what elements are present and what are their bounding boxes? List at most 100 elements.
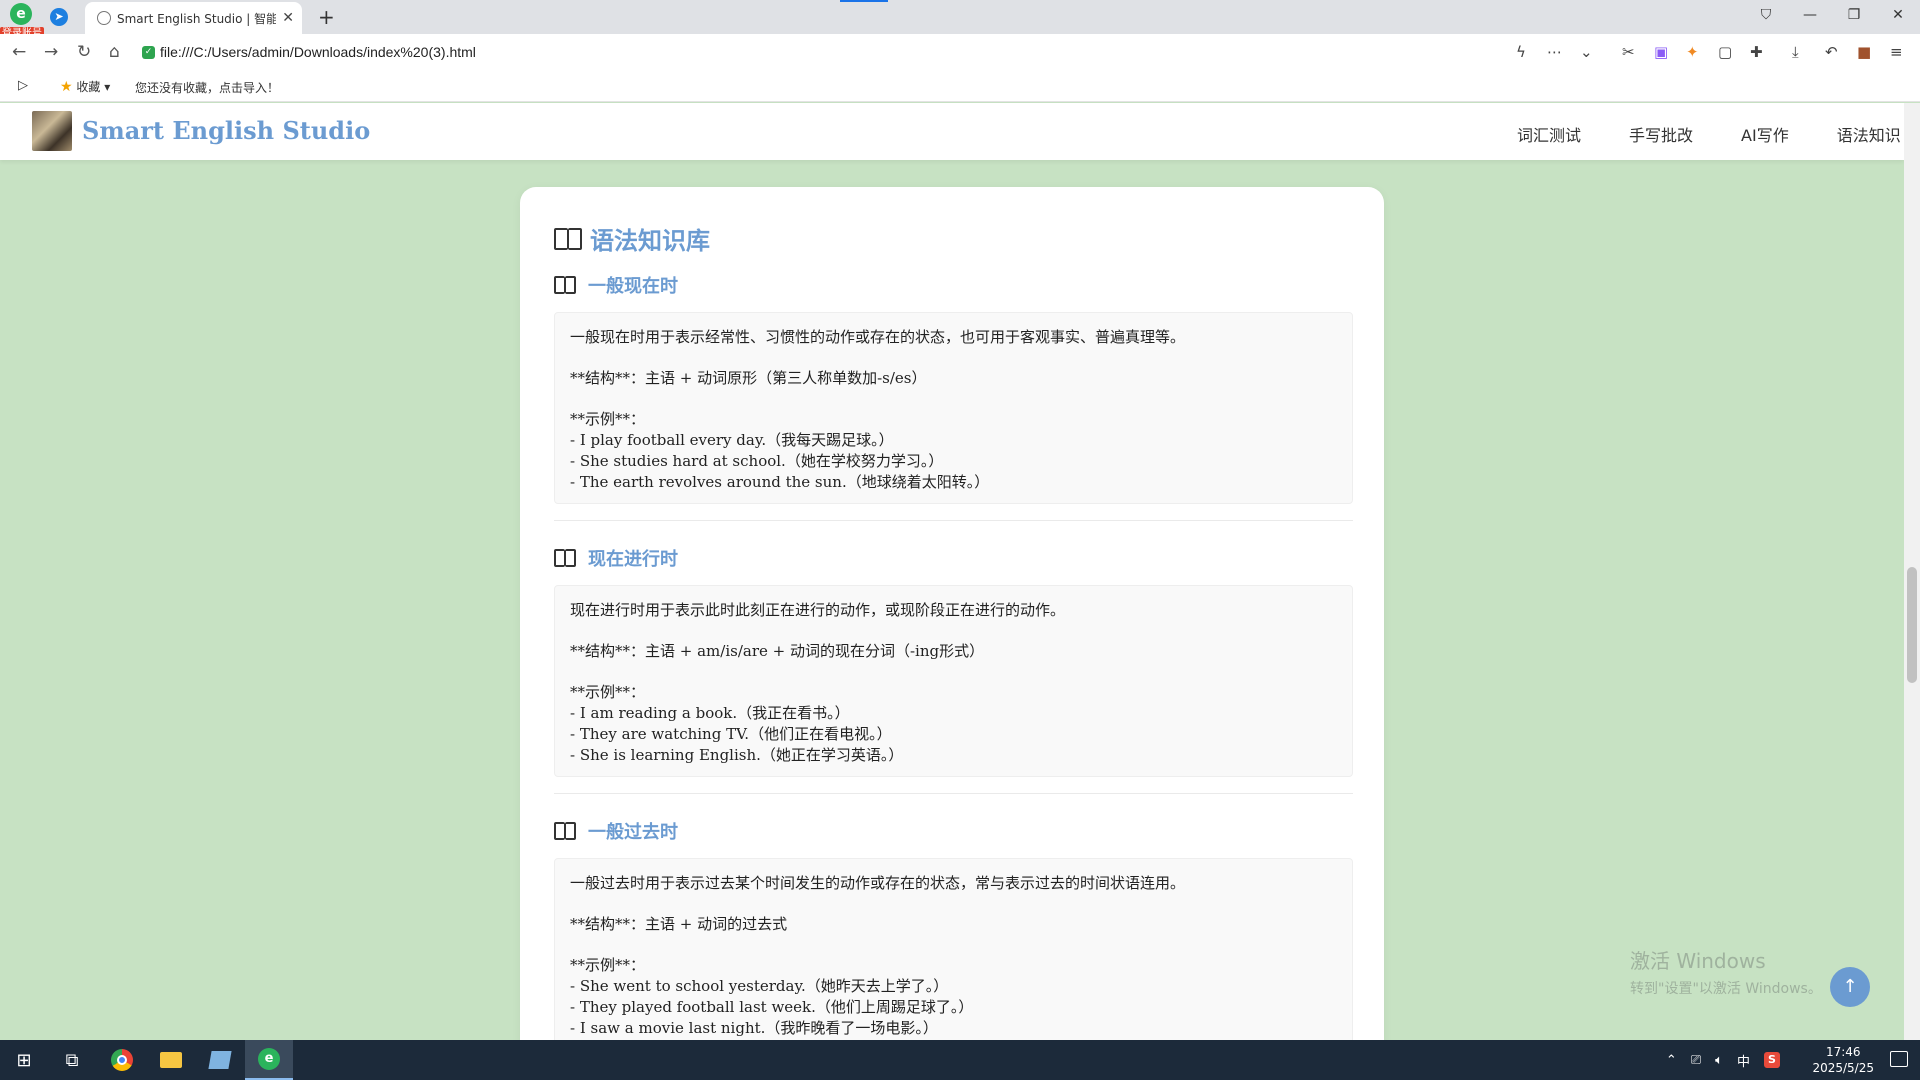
scroll-to-top-button[interactable]: ↑ [1830, 967, 1870, 1007]
site-brand[interactable]: Smart English Studio [82, 116, 370, 145]
section-structure: **结构**：主语 + 动词原形（第三人称单数加-s/es） [570, 369, 927, 387]
windows-start-icon[interactable]: ⊞ [0, 1040, 48, 1080]
extensions-icon[interactable]: ✚ [1750, 43, 1763, 61]
section-description: 一般现在时用于表示经常性、习惯性的动作或存在的状态，也可用于客观事实、普遍真理等… [570, 328, 1186, 346]
ime-indicator[interactable]: 中 [1737, 1051, 1750, 1070]
grammar-section: 一般现在时 一般现在时用于表示经常性、习惯性的动作或存在的状态，也可用于客观事实… [554, 272, 1353, 504]
example-item: - They played football last week.（他们上周踢足… [570, 998, 974, 1016]
taskbar: ⊞ ⧉ e ⌃ ⎚ 🔈︎ 中 S 17:46 2025/5/25 [0, 1040, 1920, 1080]
new-tab-button[interactable]: + [318, 5, 335, 29]
book-icon [554, 227, 582, 250]
site-logo[interactable] [32, 111, 72, 151]
url-field[interactable]: ✓ file:///C:/Users/admin/Downloads/index… [142, 39, 1582, 65]
shield-icon: ✓ [142, 45, 155, 59]
examples-label: **示例**： [570, 683, 646, 701]
section-content: 一般过去时用于表示过去某个时间发生的动作或存在的状态，常与表示过去的时间状语连用… [554, 858, 1353, 1050]
notification-icon[interactable] [1890, 1051, 1908, 1067]
section-title-text: 现在进行时 [588, 549, 678, 570]
section-structure: **结构**：主语 + 动词的过去式 [570, 915, 788, 933]
address-bar: ← → ↻ ⌂ ✓ file:///C:/Users/admin/Downloa… [0, 34, 1920, 70]
section-content: 现在进行时用于表示此时此刻正在进行的动作，或现阶段正在进行的动作。 **结构**… [554, 585, 1353, 777]
nav-ai-writing[interactable]: AI写作 [1741, 122, 1789, 146]
caret-down-icon: ▾ [104, 80, 111, 94]
app-icon[interactable] [196, 1040, 244, 1080]
telegram-icon[interactable]: ➤ [50, 8, 68, 26]
close-tab-icon[interactable]: ✕ [282, 10, 294, 26]
book-icon [554, 822, 576, 840]
book-icon [554, 549, 576, 567]
minimize-button[interactable]: — [1788, 7, 1832, 23]
sogou-icon[interactable]: S [1764, 1052, 1780, 1068]
bookmarks-hint[interactable]: 您还没有收藏，点击导入！ [135, 79, 279, 96]
chevron-up-icon[interactable]: ⌃ [1666, 1053, 1677, 1068]
arrow-up-icon: ↑ [1842, 976, 1858, 997]
restore-button[interactable]: ❐ [1832, 7, 1876, 23]
translate-icon[interactable]: ▣ [1654, 43, 1668, 61]
section-title: 一般过去时 [554, 818, 1353, 844]
book-icon [554, 276, 576, 294]
clock-time: 17:46 [1825, 1045, 1861, 1059]
undo-icon[interactable]: ↶ [1825, 43, 1838, 61]
clock[interactable]: 17:46 2025/5/25 [1812, 1044, 1874, 1076]
forward-icon[interactable]: → [44, 42, 58, 62]
sidebar-toggle-icon[interactable]: ▷ [18, 78, 28, 93]
page-scrollbar[interactable] [1904, 103, 1920, 1040]
favorites-label: 收藏 [76, 80, 101, 94]
file-explorer-icon[interactable] [147, 1040, 195, 1080]
example-item: - They are watching TV.（他们正在看电视。） [570, 725, 892, 743]
lightning-icon[interactable]: ϟ [1516, 43, 1526, 61]
star-icon: ★ [60, 79, 73, 95]
network-icon[interactable]: ⎚ [1691, 1053, 1701, 1068]
window-controls: ⛉ — ❐ ✕ [1744, 0, 1920, 30]
close-window-button[interactable]: ✕ [1876, 7, 1920, 23]
section-divider [554, 793, 1353, 794]
section-description: 现在进行时用于表示此时此刻正在进行的动作，或现阶段正在进行的动作。 [570, 601, 1066, 619]
nav-vocab-test[interactable]: 词汇测试 [1517, 122, 1581, 146]
task-view-icon[interactable]: ⧉ [48, 1040, 96, 1080]
favorites-button[interactable]: ★ 收藏 ▾ [60, 78, 110, 95]
section-structure: **结构**：主语 + am/is/are + 动词的现在分词（-ing形式） [570, 642, 985, 660]
example-item: - She went to school yesterday.（她昨天去上学了。… [570, 977, 949, 995]
grammar-section: 一般过去时 一般过去时用于表示过去某个时间发生的动作或存在的状态，常与表示过去的… [554, 818, 1353, 1050]
screen-icon[interactable]: ▢ [1718, 43, 1732, 61]
menu-icon[interactable]: ≡ [1890, 43, 1903, 61]
section-divider [554, 520, 1353, 521]
chevron-down-icon[interactable]: ⌄ [1580, 43, 1593, 61]
main-nav: 词汇测试 手写批改 AI写作 语法知识 [1517, 122, 1901, 146]
shirt-skin-icon[interactable]: ⛉ [1744, 7, 1788, 23]
briefcase-icon[interactable]: ■ [1857, 43, 1871, 61]
volume-icon[interactable]: 🔈︎ [1715, 1053, 1723, 1068]
browser-logo-icon[interactable]: e [6, 3, 36, 29]
chrome-icon[interactable] [98, 1040, 146, 1080]
example-item: - She studies hard at school.（她在学校努力学习。） [570, 452, 944, 470]
nav-grammar[interactable]: 语法知识 [1837, 122, 1901, 146]
watermark-subtitle: 转到"设置"以激活 Windows。 [1630, 981, 1822, 997]
section-title-text: 一般现在时 [588, 276, 678, 297]
example-item: - I play football every day.（我每天踢足球。） [570, 431, 894, 449]
section-title: 现在进行时 [554, 545, 1353, 571]
scissors-icon[interactable]: ✂ [1622, 43, 1635, 61]
back-icon[interactable]: ← [12, 42, 26, 62]
tab-indicator [840, 0, 888, 2]
browser-taskbar-icon[interactable]: e [245, 1040, 293, 1080]
home-icon[interactable]: ⌂ [109, 42, 120, 62]
page-title: 语法知识库 [554, 221, 710, 256]
url-text: file:///C:/Users/admin/Downloads/index%2… [160, 44, 476, 60]
active-tab[interactable]: Smart English Studio | 智能英 ✕ [85, 2, 302, 34]
tab-strip: e 登录账号 ➤ Smart English Studio | 智能英 ✕ + … [0, 0, 1920, 40]
download-icon[interactable]: ⤓ [1792, 43, 1799, 61]
clock-date: 2025/5/25 [1812, 1061, 1874, 1075]
nav-handwriting[interactable]: 手写批改 [1629, 122, 1693, 146]
reload-icon[interactable]: ↻ [77, 42, 91, 62]
scrollbar-thumb[interactable] [1907, 567, 1917, 683]
game-icon[interactable]: ✦ [1686, 43, 1699, 61]
section-title: 一般现在时 [554, 272, 1353, 298]
site-header: Smart English Studio 词汇测试 手写批改 AI写作 语法知识 [0, 103, 1904, 160]
examples-label: **示例**： [570, 956, 646, 974]
section-description: 一般过去时用于表示过去某个时间发生的动作或存在的状态，常与表示过去的时间状语连用… [570, 874, 1186, 892]
section-content: 一般现在时用于表示经常性、习惯性的动作或存在的状态，也可用于客观事实、普遍真理等… [554, 312, 1353, 504]
more-icon[interactable]: ⋯ [1547, 43, 1562, 61]
windows-watermark: 激活 Windows 转到"设置"以激活 Windows。 [1630, 945, 1822, 998]
grammar-card: 语法知识库 一般现在时 一般现在时用于表示经常性、习惯性的动作或存在的状态，也可… [520, 187, 1384, 1080]
example-item: - She is learning English.（她正在学习英语。） [570, 746, 904, 764]
